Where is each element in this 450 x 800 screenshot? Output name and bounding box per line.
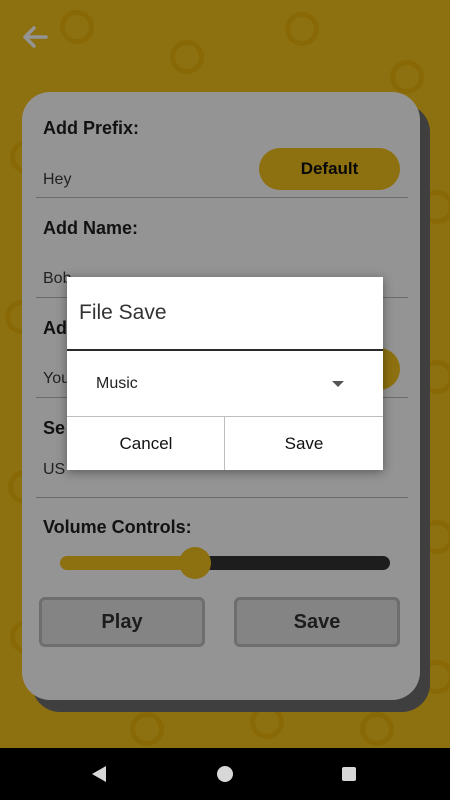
nav-home-icon[interactable] (217, 766, 233, 782)
system-navigation-bar (0, 748, 450, 800)
nav-back-icon[interactable] (92, 766, 106, 782)
nav-recents-icon[interactable] (342, 767, 356, 781)
dialog-cancel-button[interactable]: Cancel (67, 417, 225, 470)
dialog-save-button[interactable]: Save (225, 417, 383, 470)
file-save-dialog: File Save Music Cancel Save (67, 277, 383, 470)
dropdown-caret-icon (332, 381, 344, 387)
dialog-title: File Save (79, 301, 167, 324)
dropdown-selected-value: Music (96, 375, 138, 392)
file-type-dropdown[interactable]: Music (67, 351, 383, 417)
app-screen: Add Prefix: Hey Default Add Name: Bob Ad… (0, 0, 450, 748)
